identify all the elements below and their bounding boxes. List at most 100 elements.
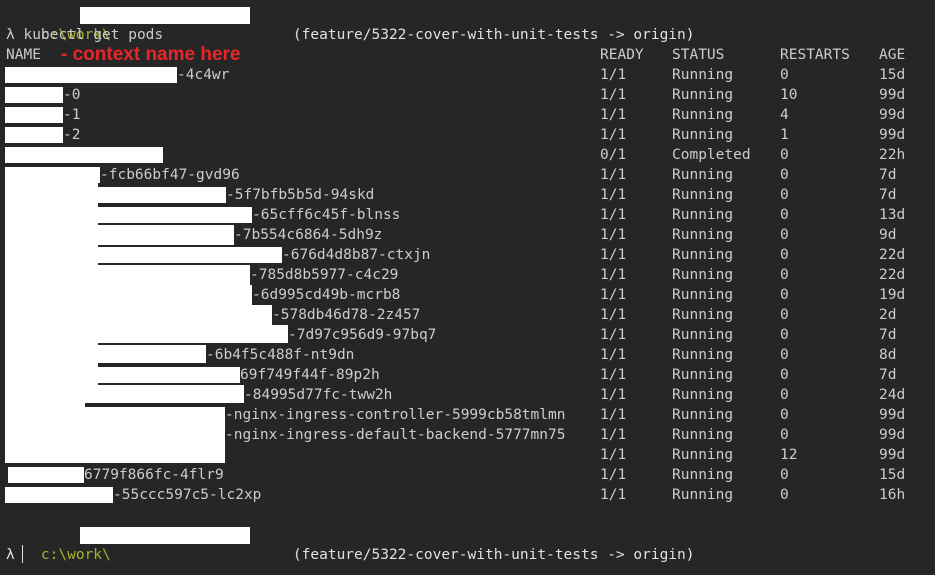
pod-name: -6b4f5c488f-nt9dn [206, 347, 355, 363]
command-line: λ kubectl get pods [6, 27, 164, 43]
pod-name: -2 [63, 127, 81, 143]
pod-restarts: 0 [780, 347, 789, 363]
redaction [8, 467, 84, 483]
pod-status: Running [672, 287, 734, 303]
pod-age: 99d [879, 447, 906, 463]
pod-ready: 1/1 [600, 167, 627, 183]
redacted-path [80, 7, 250, 24]
pod-status: Running [672, 227, 734, 243]
pod-restarts: 0 [780, 367, 789, 383]
pod-restarts: 0 [780, 67, 789, 83]
pod-age: 99d [879, 427, 906, 443]
pod-restarts: 0 [780, 287, 789, 303]
context-annotation: - context name here [61, 44, 241, 65]
pod-age: 7d [879, 367, 897, 383]
pod-status: Running [672, 187, 734, 203]
pod-ready: 0/1 [600, 147, 627, 163]
redaction [5, 167, 100, 183]
pod-ready: 1/1 [600, 247, 627, 263]
pod-ready: 1/1 [600, 307, 627, 323]
prompt-branch-text: (feature/5322-cover-with-unit-tests -> o… [292, 547, 695, 563]
text-cursor[interactable] [22, 545, 23, 563]
redaction [5, 183, 98, 403]
pod-age: 22d [879, 247, 906, 263]
pod-restarts: 0 [780, 487, 789, 503]
pod-status: Running [672, 247, 734, 263]
pod-age: 15d [879, 467, 906, 483]
pod-status: Completed [672, 147, 751, 163]
pod-restarts: 0 [780, 187, 789, 203]
pod-ready: 1/1 [600, 287, 627, 303]
pod-name: 6779f866fc-4flr9 [84, 467, 224, 483]
header-age: AGE [879, 47, 906, 63]
pod-name: -5f7bfb5b5d-94skd [226, 187, 375, 203]
pod-age: 7d [879, 187, 897, 203]
pod-age: 99d [879, 107, 906, 123]
pod-age: 22h [879, 147, 906, 163]
header-restarts: RESTARTS [780, 47, 850, 63]
pod-name: -nginx-ingress-default-backend-5777mn75 [225, 427, 566, 443]
pod-ready: 1/1 [600, 427, 627, 443]
redaction [5, 87, 63, 103]
prompt-branch-text: (feature/5322-cover-with-unit-tests -> o… [292, 27, 695, 43]
pod-name: -65cff6c45f-blnss [252, 207, 401, 223]
redaction [98, 265, 250, 285]
pod-name: -nginx-ingress-controller-5999cb58tmlmn [225, 407, 566, 423]
pod-restarts: 0 [780, 307, 789, 323]
prompt-branch: (feature/5322-cover-with-unit-tests -> o… [258, 525, 695, 563]
pod-restarts: 0 [780, 327, 789, 343]
redaction [5, 487, 113, 503]
pod-ready: 1/1 [600, 227, 627, 243]
pod-ready: 1/1 [600, 487, 627, 503]
pod-age: 99d [879, 407, 906, 423]
pod-status: Running [672, 447, 734, 463]
pod-status: Running [672, 427, 734, 443]
pod-status: Running [672, 87, 734, 103]
pod-restarts: 0 [780, 227, 789, 243]
pod-ready: 1/1 [600, 387, 627, 403]
prompt-path: c:\work\ [40, 547, 111, 563]
pod-status: Running [672, 487, 734, 503]
terminal-window[interactable]: c:\work\ (feature/5322-cover-with-unit-t… [0, 0, 935, 575]
pod-name: -0 [63, 87, 81, 103]
pod-name: -578db46d78-2z457 [272, 307, 421, 323]
pod-age: 7d [879, 167, 897, 183]
redaction [98, 285, 252, 305]
pod-restarts: 0 [780, 387, 789, 403]
pod-ready: 1/1 [600, 107, 627, 123]
pod-ready: 1/1 [600, 447, 627, 463]
prompt-branch: (feature/5322-cover-with-unit-tests -> o… [258, 5, 695, 43]
pod-ready: 1/1 [600, 327, 627, 343]
pod-ready: 1/1 [600, 67, 627, 83]
pod-status: Running [672, 107, 734, 123]
pod-age: 24d [879, 387, 906, 403]
redaction [98, 325, 288, 343]
pod-age: 22d [879, 267, 906, 283]
redaction [98, 207, 252, 223]
pod-status: Running [672, 207, 734, 223]
pod-restarts: 0 [780, 467, 789, 483]
pod-age: 15d [879, 67, 906, 83]
pod-restarts: 1 [780, 127, 789, 143]
redaction [98, 247, 282, 263]
pod-restarts: 10 [780, 87, 798, 103]
header-status: STATUS [672, 47, 725, 63]
pod-status: Running [672, 307, 734, 323]
redaction [98, 385, 244, 403]
redaction [98, 225, 234, 245]
redaction [98, 187, 226, 203]
pod-name: 69f749f44f-89p2h [240, 367, 380, 383]
pod-name: -fcb66bf47-gvd96 [100, 167, 240, 183]
pod-ready: 1/1 [600, 367, 627, 383]
input-prompt-symbol: λ [6, 547, 15, 563]
redaction [5, 67, 177, 83]
pod-age: 7d [879, 327, 897, 343]
pod-age: 19d [879, 287, 906, 303]
pod-restarts: 0 [780, 167, 789, 183]
pod-name: -84995d77fc-tww2h [244, 387, 393, 403]
redaction [98, 345, 206, 363]
pod-restarts: 0 [780, 147, 789, 163]
redaction [5, 147, 163, 163]
pod-name: -676d4d8b87-ctxjn [282, 247, 431, 263]
pod-ready: 1/1 [600, 347, 627, 363]
